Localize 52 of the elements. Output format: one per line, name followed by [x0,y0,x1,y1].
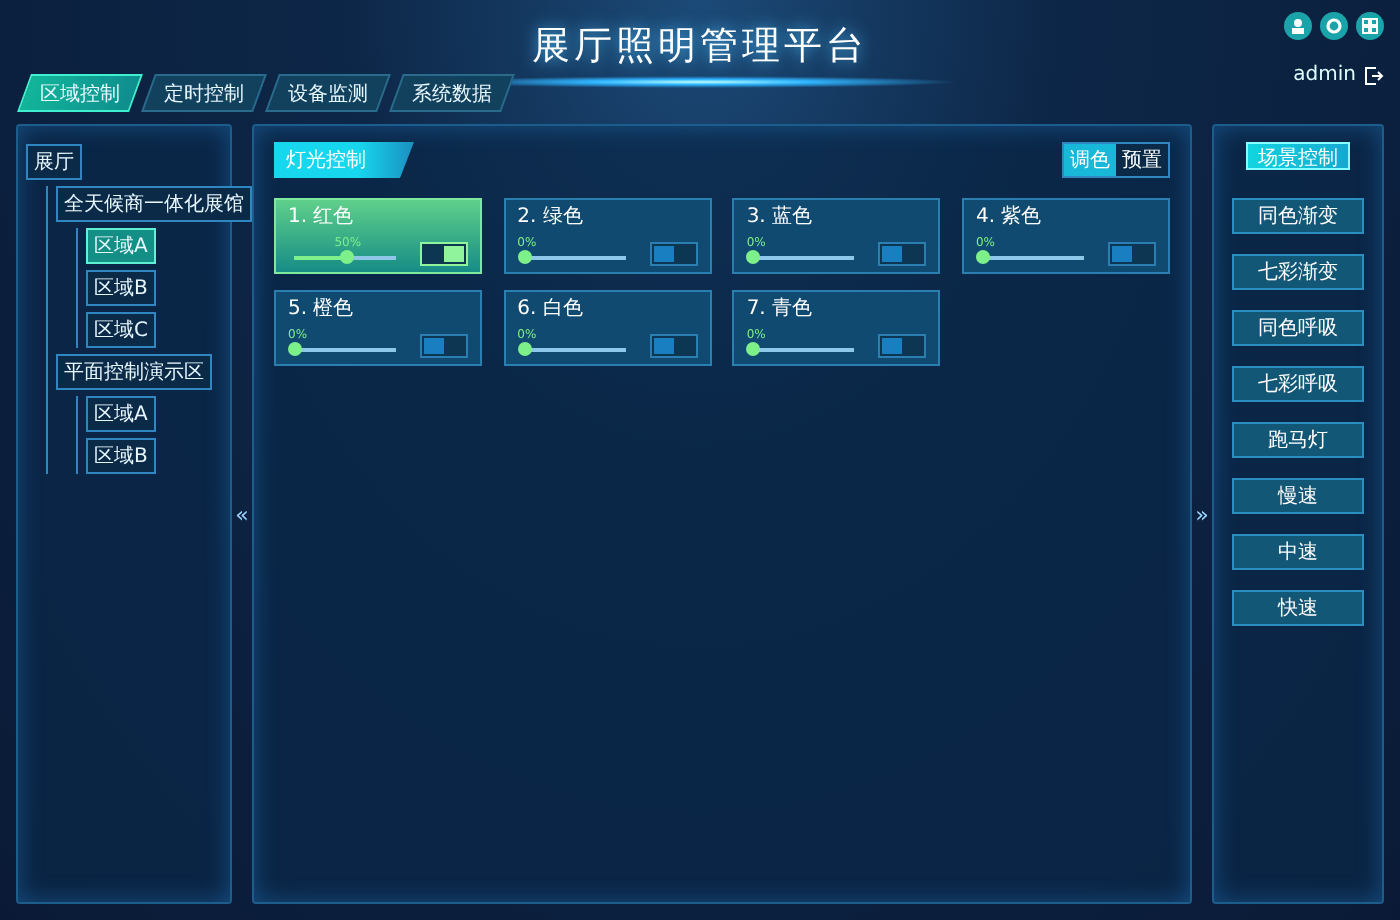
light-name: 1. 红色 [288,206,356,228]
slider-thumb[interactable] [746,342,761,356]
tree-node[interactable]: 区域A [86,396,156,432]
nav-tab[interactable]: 设备监测 [265,74,391,112]
scene-button[interactable]: 七彩渐变 [1232,254,1364,290]
slider-thumb[interactable] [517,342,532,356]
scene-button[interactable]: 同色呼吸 [1232,310,1364,346]
tree-node[interactable]: 区域B [86,270,156,306]
scene-button[interactable]: 跑马灯 [1232,422,1364,458]
page-title: 展厅照明管理平台 [532,22,868,72]
tree-node[interactable]: 平面控制演示区 [56,354,212,390]
light-name: 5. 橙色 [288,298,356,320]
power-switch[interactable] [420,334,468,358]
power-switch[interactable] [649,242,698,266]
tree-node[interactable]: 区域A [86,228,156,264]
scene-button[interactable]: 快速 [1232,590,1364,626]
grid-icon [1362,18,1378,34]
slider-thumb[interactable] [975,250,990,264]
slider-thumb[interactable] [288,342,302,356]
user-name: admin [1293,64,1356,86]
light-name: 4. 紫色 [975,206,1044,228]
slider-thumb[interactable] [517,250,532,264]
power-switch[interactable] [878,334,927,358]
mode-tab[interactable]: 预置 [1116,144,1168,176]
tree-node[interactable]: 区域B [86,438,156,474]
header-button[interactable] [1356,12,1384,40]
panel-title: 灯光控制 [274,142,414,178]
slider-thumb[interactable] [746,250,761,264]
collapse-left-button[interactable]: « [232,501,252,527]
header-button[interactable] [1320,12,1348,40]
scene-button[interactable]: 中速 [1232,534,1364,570]
collapse-right-button[interactable]: » [1192,501,1212,527]
light-name: 2. 绿色 [517,206,585,228]
light-name: 7. 青色 [746,298,815,320]
header-button[interactable] [1284,12,1312,40]
nav-tab[interactable]: 系统数据 [389,74,515,112]
settings-icon [1326,18,1342,34]
scene-button[interactable]: 同色渐变 [1232,198,1364,234]
light-name: 6. 白色 [517,298,585,320]
nav-tab[interactable]: 定时控制 [141,74,267,112]
logout-icon[interactable] [1364,65,1384,85]
power-switch[interactable] [649,334,698,358]
light-name: 3. 蓝色 [746,206,815,228]
tree-node[interactable]: 区域C [86,312,156,348]
tree-node[interactable]: 全天候商一体化展馆 [56,186,252,222]
user-icon [1290,18,1306,34]
scene-button[interactable]: 七彩呼吸 [1232,366,1364,402]
slider-thumb[interactable] [339,250,353,264]
scene-button[interactable]: 慢速 [1232,478,1364,514]
tree-node[interactable]: 展厅 [26,144,82,180]
power-switch[interactable] [878,242,927,266]
power-switch[interactable] [1107,242,1156,266]
